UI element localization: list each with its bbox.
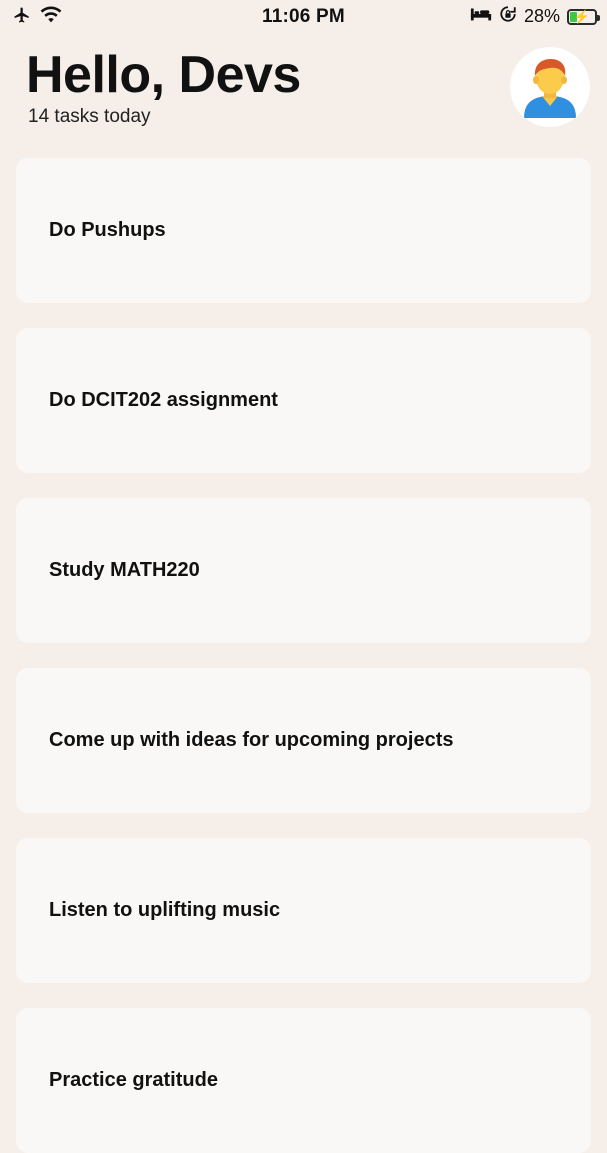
bed-icon <box>470 6 492 27</box>
avatar[interactable] <box>510 47 590 127</box>
battery-icon: ⚡ <box>567 8 600 25</box>
orientation-lock-icon <box>499 5 517 28</box>
task-title: Do Pushups <box>49 219 166 241</box>
greeting-title: Hello, Devs <box>26 46 301 104</box>
task-card[interactable]: Do DCIT202 assignment <box>16 328 591 473</box>
charging-bolt-icon: ⚡ <box>573 8 591 24</box>
task-title: Study MATH220 <box>49 559 200 581</box>
task-card[interactable]: Study MATH220 <box>16 498 591 643</box>
task-list: Do Pushups Do DCIT202 assignment Study M… <box>16 158 591 1153</box>
task-title: Practice gratitude <box>49 1069 218 1091</box>
header: Hello, Devs 14 tasks today <box>0 40 607 171</box>
task-card[interactable]: Listen to uplifting music <box>16 838 591 983</box>
task-card[interactable]: Come up with ideas for upcoming projects <box>16 668 591 813</box>
task-title: Do DCIT202 assignment <box>49 389 278 411</box>
task-card[interactable]: Practice gratitude <box>16 1008 591 1153</box>
task-count-subtitle: 14 tasks today <box>28 106 151 127</box>
status-bar: 11:06 PM 28% ⚡ <box>0 0 607 34</box>
person-icon <box>524 59 576 118</box>
task-title: Listen to uplifting music <box>49 899 281 921</box>
status-right: 28% ⚡ <box>470 5 600 28</box>
task-title: Come up with ideas for upcoming projects <box>49 729 454 751</box>
task-card[interactable]: Do Pushups <box>16 158 591 303</box>
battery-percent: 28% <box>523 6 560 26</box>
